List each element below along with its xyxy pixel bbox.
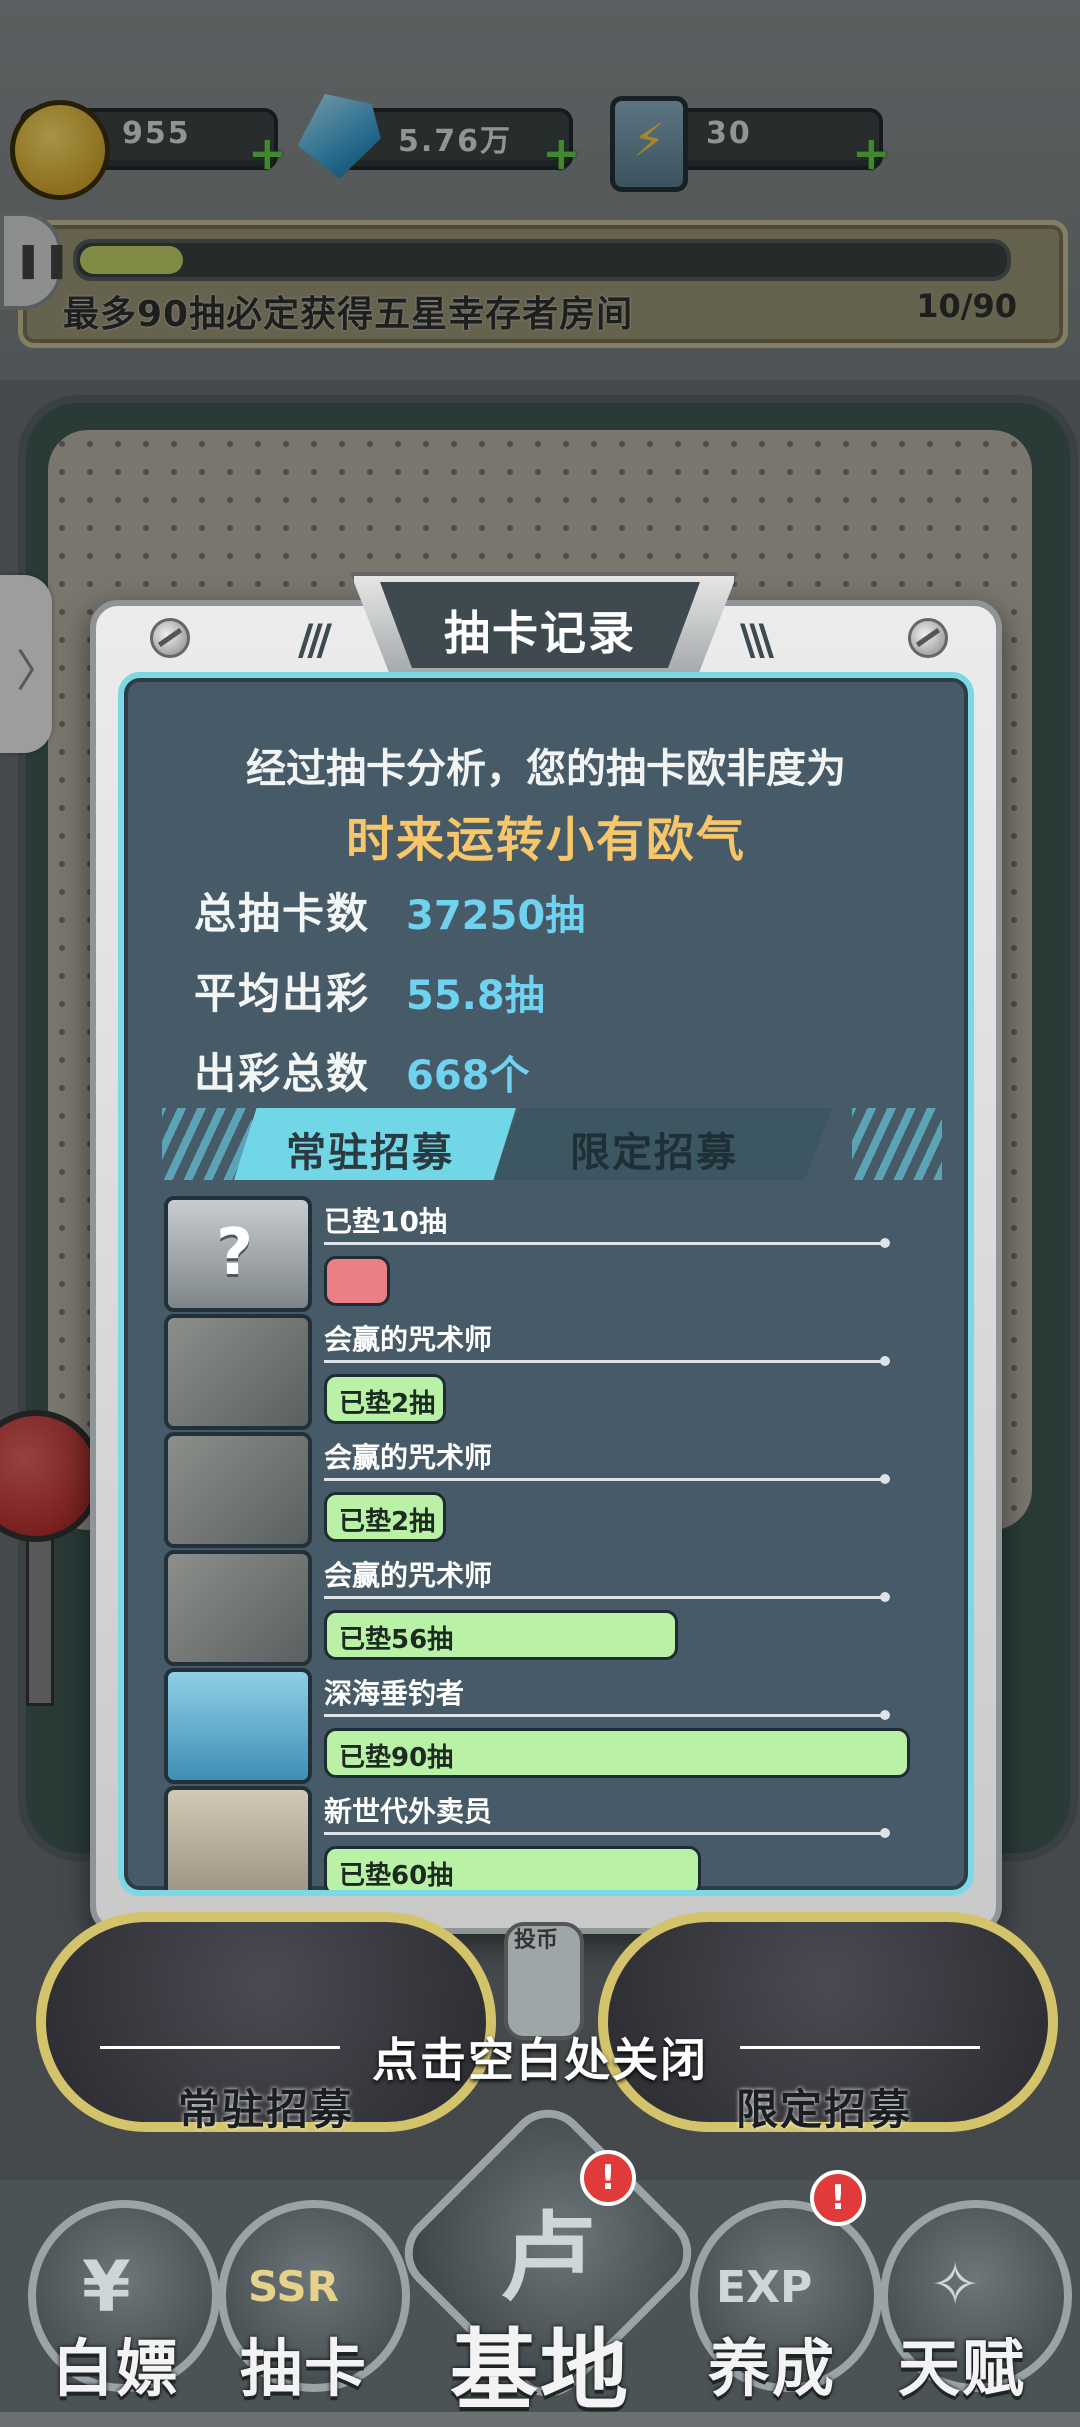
exp-icon: EXP [716, 2262, 813, 2313]
record-divider-dot [880, 1828, 890, 1838]
coin-slot[interactable]: 投币 [504, 1922, 584, 2040]
record-name: 新世代外卖员 [324, 1795, 493, 1828]
survivor-portrait [164, 1550, 312, 1666]
record-panel: 经过抽卡分析，您的抽卡欧非度为 时来运转小有欧气 总抽卡数 37250抽 平均出… [118, 672, 974, 1896]
record-divider [324, 1478, 884, 1481]
record-name: 会赢的咒术师 [324, 1323, 493, 1356]
total-pulls-value: 37250抽 [406, 893, 586, 939]
pity-bar: 已垫90抽 [324, 1728, 910, 1778]
ssr-icon: SSR [248, 2262, 339, 2311]
tab-limited-label: 限定招募 [570, 1130, 738, 1176]
nav-base-label: 基地 [450, 2319, 631, 2422]
record-divider [324, 1596, 884, 1599]
nav-talent-label: 天赋 [898, 2332, 1027, 2405]
modal-title: 抽卡记录 [444, 606, 636, 660]
pity-bar: 已垫2抽 [324, 1492, 446, 1542]
analysis-text: 经过抽卡分析，您的抽卡欧非度为 [246, 746, 846, 792]
record-name: 会赢的咒术师 [324, 1441, 493, 1474]
survivor-portrait [164, 1668, 312, 1784]
total-pulls-label: 总抽卡数 [194, 889, 371, 938]
screw-icon [908, 618, 948, 658]
coin-slot-label: 投币 [514, 1928, 559, 1953]
pity-bar-label: 已垫2抽 [339, 1389, 436, 1419]
close-hint: 点击空白处关闭 [372, 2033, 708, 2087]
record-divider [324, 1832, 884, 1835]
pity-bar [324, 1256, 390, 1306]
record-row[interactable]: 会赢的咒术师已垫2抽 [164, 1314, 904, 1430]
train-alert-badge: ! [810, 2170, 866, 2226]
tab-decor-right [852, 1108, 942, 1180]
base-alert-badge: ! [580, 2150, 636, 2206]
record-tabs: 常驻招募 限定招募 [162, 1108, 942, 1180]
luck-verdict: 时来运转小有欧气 [345, 812, 746, 868]
record-name: 深海垂钓者 [324, 1677, 465, 1710]
unknown-survivor-mark: ? [216, 1216, 254, 1290]
screw-icon [150, 618, 190, 658]
decor-slashes: \\\ [740, 615, 774, 664]
pity-bar: 已垫56抽 [324, 1610, 678, 1660]
record-row[interactable]: 新世代外卖员已垫60抽 [164, 1786, 904, 1891]
tab-standard-label: 常驻招募 [286, 1130, 454, 1176]
pity-bar-label: 已垫2抽 [339, 1507, 436, 1537]
record-name: 已垫10抽 [324, 1205, 447, 1238]
survivor-portrait [164, 1786, 312, 1890]
record-divider [324, 1714, 884, 1717]
decor-slashes: /// [298, 615, 332, 664]
dna-icon: ✧ [930, 2250, 981, 2320]
record-divider-dot [880, 1592, 890, 1602]
pity-bar-label: 已垫60抽 [339, 1861, 454, 1891]
ticket-icon: ¥ [82, 2246, 131, 2328]
nav-train-label: 养成 [708, 2332, 837, 2405]
record-divider-dot [880, 1238, 890, 1248]
record-row[interactable]: 会赢的咒术师已垫56抽 [164, 1550, 904, 1666]
base-icon: 卢 [500, 2202, 596, 2314]
rare-total-value: 668个 [406, 1053, 530, 1099]
pity-bar-label: 已垫56抽 [339, 1625, 454, 1655]
pity-bar: 已垫2抽 [324, 1374, 446, 1424]
record-row[interactable]: 深海垂钓者已垫90抽 [164, 1668, 910, 1784]
pity-bar-label: 已垫90抽 [339, 1743, 454, 1773]
rare-total-label: 出彩总数 [194, 1049, 371, 1098]
record-divider [324, 1242, 884, 1245]
nav-free-label: 白嫖 [52, 2332, 181, 2405]
survivor-portrait: ? [164, 1196, 312, 1312]
pity-bar: 已垫60抽 [324, 1846, 701, 1891]
record-name: 会赢的咒术师 [324, 1559, 493, 1592]
survivor-portrait [164, 1314, 312, 1430]
record-row[interactable]: 会赢的咒术师已垫2抽 [164, 1432, 904, 1548]
record-row[interactable]: ? 已垫10抽 [164, 1196, 904, 1312]
record-divider-dot [880, 1356, 890, 1366]
survivor-portrait [164, 1432, 312, 1548]
avg-rare-label: 平均出彩 [194, 969, 371, 1018]
avg-rare-value: 55.8抽 [406, 973, 545, 1019]
nav-gacha-label: 抽卡 [240, 2332, 369, 2405]
record-divider-dot [880, 1710, 890, 1720]
record-divider-dot [880, 1474, 890, 1484]
record-divider [324, 1360, 884, 1363]
